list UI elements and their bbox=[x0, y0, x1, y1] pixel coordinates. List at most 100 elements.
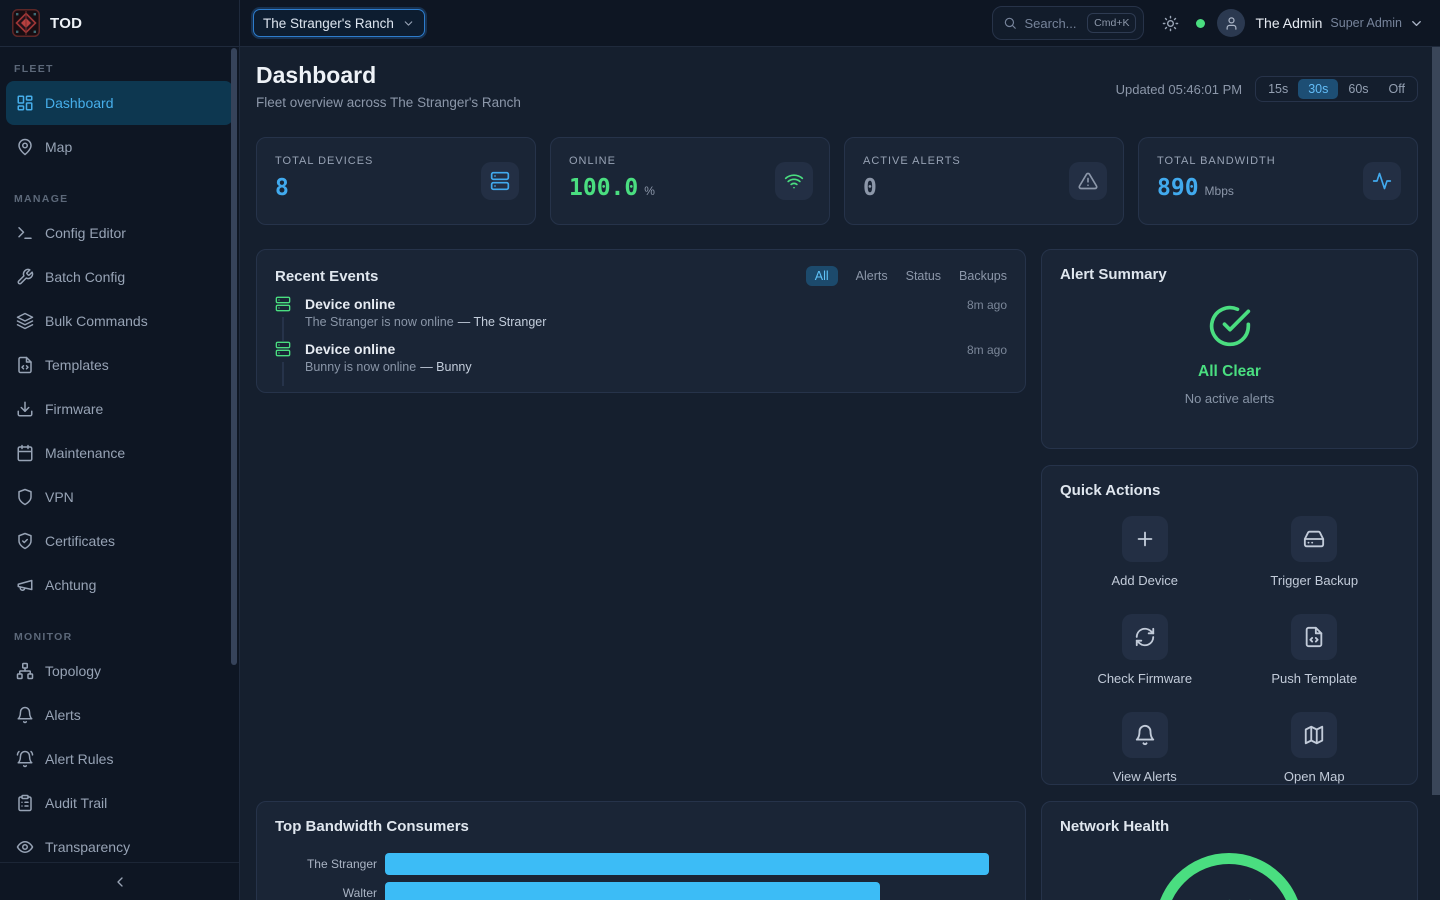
stat-value: 0 bbox=[863, 175, 877, 201]
panel-title: Recent Events bbox=[275, 268, 378, 285]
sidebar-item-vpn[interactable]: VPN bbox=[6, 475, 233, 519]
quick-action-check-firmware[interactable]: Check Firmware bbox=[1060, 614, 1230, 686]
tod-logo-icon bbox=[12, 9, 40, 37]
bell-ring-icon bbox=[16, 750, 34, 768]
megaphone-icon bbox=[16, 576, 34, 594]
panel-title: Top Bandwidth Consumers bbox=[275, 818, 1007, 835]
top-bandwidth-panel: Top Bandwidth Consumers The Stranger Wal… bbox=[256, 801, 1026, 900]
sidebar-item-label: Alerts bbox=[45, 707, 81, 723]
sidebar-item-label: Topology bbox=[45, 663, 101, 679]
search-shortcut-badge: Cmd+K bbox=[1087, 13, 1136, 33]
page-title: Dashboard bbox=[256, 61, 521, 89]
shield-icon bbox=[16, 488, 34, 506]
wrench-icon bbox=[16, 268, 34, 286]
sidebar-collapse-button[interactable] bbox=[112, 874, 128, 890]
sidebar: FLEET Dashboard Map MANAGE Config Editor… bbox=[0, 47, 240, 900]
filter-status[interactable]: Status bbox=[906, 269, 941, 283]
sidebar-item-templates[interactable]: Templates bbox=[6, 343, 233, 387]
refresh-icon bbox=[1134, 626, 1156, 648]
quick-action-add-device[interactable]: Add Device bbox=[1060, 516, 1230, 588]
sidebar-item-label: Templates bbox=[45, 357, 109, 373]
refresh-option-60s[interactable]: 60s bbox=[1338, 79, 1378, 99]
filter-all[interactable]: All bbox=[806, 266, 838, 286]
sun-icon bbox=[1162, 15, 1179, 32]
sidebar-item-label: Certificates bbox=[45, 533, 115, 549]
user-menu[interactable]: The Admin Super Admin bbox=[1217, 9, 1424, 37]
search-icon bbox=[1003, 16, 1017, 30]
shield-check-icon bbox=[16, 532, 34, 550]
filter-alerts[interactable]: Alerts bbox=[856, 269, 888, 283]
sidebar-item-achtung[interactable]: Achtung bbox=[6, 563, 233, 607]
bandwidth-bar bbox=[385, 882, 880, 900]
refresh-option-30s[interactable]: 30s bbox=[1298, 79, 1338, 99]
timeline-line bbox=[282, 317, 284, 341]
sidebar-item-audit-trail[interactable]: Audit Trail bbox=[6, 781, 233, 825]
sidebar-item-label: Map bbox=[45, 139, 72, 155]
stat-label: ACTIVE ALERTS bbox=[863, 155, 1105, 167]
stat-label: TOTAL BANDWIDTH bbox=[1157, 155, 1399, 167]
sidebar-item-bulk-commands[interactable]: Bulk Commands bbox=[6, 299, 233, 343]
bandwidth-bar-row: The Stranger bbox=[275, 853, 1007, 875]
sidebar-item-alerts[interactable]: Alerts bbox=[6, 693, 233, 737]
bell-icon bbox=[1134, 724, 1156, 746]
bandwidth-bar bbox=[385, 853, 989, 875]
activity-icon bbox=[1372, 171, 1392, 191]
quick-action-view-alerts[interactable]: View Alerts bbox=[1060, 712, 1230, 784]
sidebar-item-label: Achtung bbox=[45, 577, 96, 593]
search-input[interactable]: Search... Cmd+K bbox=[992, 6, 1144, 40]
sidebar-item-maintenance[interactable]: Maintenance bbox=[6, 431, 233, 475]
check-circle-icon bbox=[1208, 304, 1252, 348]
main-scrollbar[interactable] bbox=[1432, 47, 1440, 900]
quick-action-open-map[interactable]: Open Map bbox=[1230, 712, 1400, 784]
refresh-option-15s[interactable]: 15s bbox=[1258, 79, 1298, 99]
event-row: Device online 8m ago The Stranger is now… bbox=[275, 296, 1007, 341]
theme-toggle-button[interactable] bbox=[1162, 15, 1179, 32]
eye-icon bbox=[16, 838, 34, 856]
section-label-monitor: MONITOR bbox=[14, 625, 239, 649]
health-gauge-ring bbox=[1155, 853, 1303, 900]
sidebar-item-label: Maintenance bbox=[45, 445, 125, 461]
stat-value: 100.0 bbox=[569, 175, 638, 201]
sidebar-item-topology[interactable]: Topology bbox=[6, 649, 233, 693]
sidebar-nav: FLEET Dashboard Map MANAGE Config Editor… bbox=[0, 47, 239, 869]
sidebar-item-label: Transparency bbox=[45, 839, 130, 855]
event-description: Bunny is now online— Bunny bbox=[305, 360, 1007, 374]
event-title: Device online bbox=[305, 341, 395, 357]
event-title: Device online bbox=[305, 296, 395, 312]
map-pin-icon bbox=[16, 138, 34, 156]
sidebar-item-label: Audit Trail bbox=[45, 795, 107, 811]
file-code-icon bbox=[1303, 626, 1325, 648]
event-time: 8m ago bbox=[967, 343, 1007, 357]
sidebar-item-map[interactable]: Map bbox=[6, 125, 233, 169]
chevron-left-icon bbox=[112, 874, 128, 890]
sidebar-item-label: Batch Config bbox=[45, 269, 125, 285]
bell-icon bbox=[16, 706, 34, 724]
quick-action-trigger-backup[interactable]: Trigger Backup bbox=[1230, 516, 1400, 588]
sidebar-item-label: Config Editor bbox=[45, 225, 126, 241]
stat-label: TOTAL DEVICES bbox=[275, 155, 517, 167]
refresh-option-off[interactable]: Off bbox=[1379, 79, 1415, 99]
sidebar-item-label: Firmware bbox=[45, 401, 103, 417]
filter-backups[interactable]: Backups bbox=[959, 269, 1007, 283]
site-selector[interactable]: The Stranger's Ranch bbox=[253, 9, 425, 37]
sidebar-item-firmware[interactable]: Firmware bbox=[6, 387, 233, 431]
sidebar-item-label: VPN bbox=[45, 489, 74, 505]
sidebar-item-label: Bulk Commands bbox=[45, 313, 148, 329]
sidebar-scrollbar[interactable] bbox=[231, 48, 237, 900]
stat-card-online: ONLINE 100.0 % bbox=[550, 137, 830, 225]
sidebar-item-alert-rules[interactable]: Alert Rules bbox=[6, 737, 233, 781]
plus-icon bbox=[1134, 528, 1156, 550]
sidebar-item-dashboard[interactable]: Dashboard bbox=[6, 81, 233, 125]
sidebar-item-config-editor[interactable]: Config Editor bbox=[6, 211, 233, 255]
server-icon bbox=[275, 296, 291, 312]
section-label-fleet: FLEET bbox=[14, 57, 239, 81]
wifi-icon bbox=[784, 171, 804, 191]
quick-action-label: Add Device bbox=[1112, 573, 1178, 588]
event-time: 8m ago bbox=[967, 298, 1007, 312]
bar-label: Walter bbox=[275, 886, 385, 900]
sidebar-item-batch-config[interactable]: Batch Config bbox=[6, 255, 233, 299]
health-gauge-value: 100 bbox=[1042, 894, 1417, 900]
quick-action-push-template[interactable]: Push Template bbox=[1230, 614, 1400, 686]
sidebar-item-certificates[interactable]: Certificates bbox=[6, 519, 233, 563]
map-icon bbox=[1303, 724, 1325, 746]
